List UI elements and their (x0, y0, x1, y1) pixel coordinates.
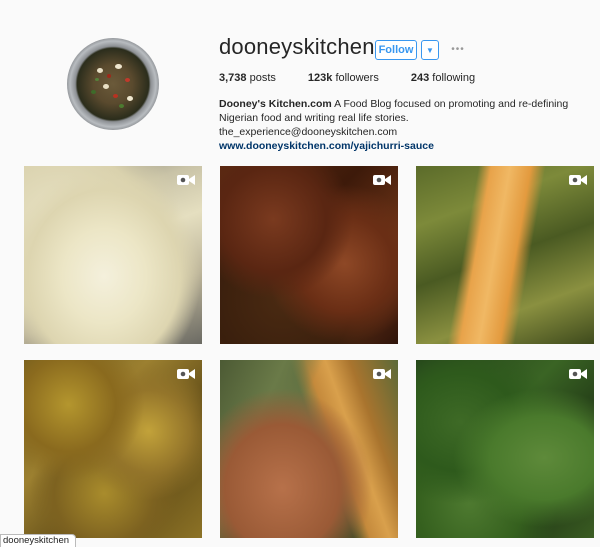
profile-full-name: Dooney's Kitchen.com (219, 98, 332, 110)
profile-avatar[interactable] (67, 38, 159, 130)
following-stat[interactable]: 243 following (411, 72, 475, 84)
ellipsis-icon: ••• (451, 43, 465, 55)
video-camera-icon (569, 369, 587, 379)
profile-stats: 3,738 posts 123k followers 243 following (219, 72, 507, 84)
post-tile-3[interactable] (416, 166, 594, 344)
profile-username: dooneyskitchen (219, 34, 375, 59)
followers-stat[interactable]: 123k followers (308, 72, 379, 84)
post-tile-5[interactable] (220, 360, 398, 538)
following-count: 243 (410, 72, 430, 84)
video-camera-icon (569, 175, 587, 185)
follow-button[interactable]: Follow (375, 40, 417, 60)
posts-count: 3,738 (219, 72, 247, 84)
posts-stat: 3,738 posts (219, 72, 276, 84)
video-camera-icon (177, 369, 195, 379)
status-bar-url: dooneyskitchen (0, 534, 77, 547)
followers-count: 123k (307, 72, 333, 84)
following-label: following (432, 72, 476, 84)
post-tile-4[interactable] (24, 360, 202, 538)
profile-header: dooneyskitchen Follow ▼ ••• 3,738 posts … (0, 0, 600, 160)
video-camera-icon (177, 175, 195, 185)
video-camera-icon (373, 175, 391, 185)
followers-label: followers (335, 72, 379, 84)
bio-website-link[interactable]: www.dooneyskitchen.com/yajichurri-sauce (219, 139, 589, 153)
follow-options-dropdown[interactable]: ▼ (421, 40, 439, 60)
post-tile-2[interactable] (220, 166, 398, 344)
profile-bio: Dooney's Kitchen.com A Food Blog focused… (219, 97, 589, 153)
post-tile-6[interactable] (416, 360, 594, 538)
post-tile-1[interactable] (24, 166, 202, 344)
more-options-button[interactable]: ••• (449, 41, 467, 57)
video-camera-icon (373, 369, 391, 379)
posts-label: posts (249, 72, 276, 84)
chevron-down-icon: ▼ (426, 45, 434, 55)
